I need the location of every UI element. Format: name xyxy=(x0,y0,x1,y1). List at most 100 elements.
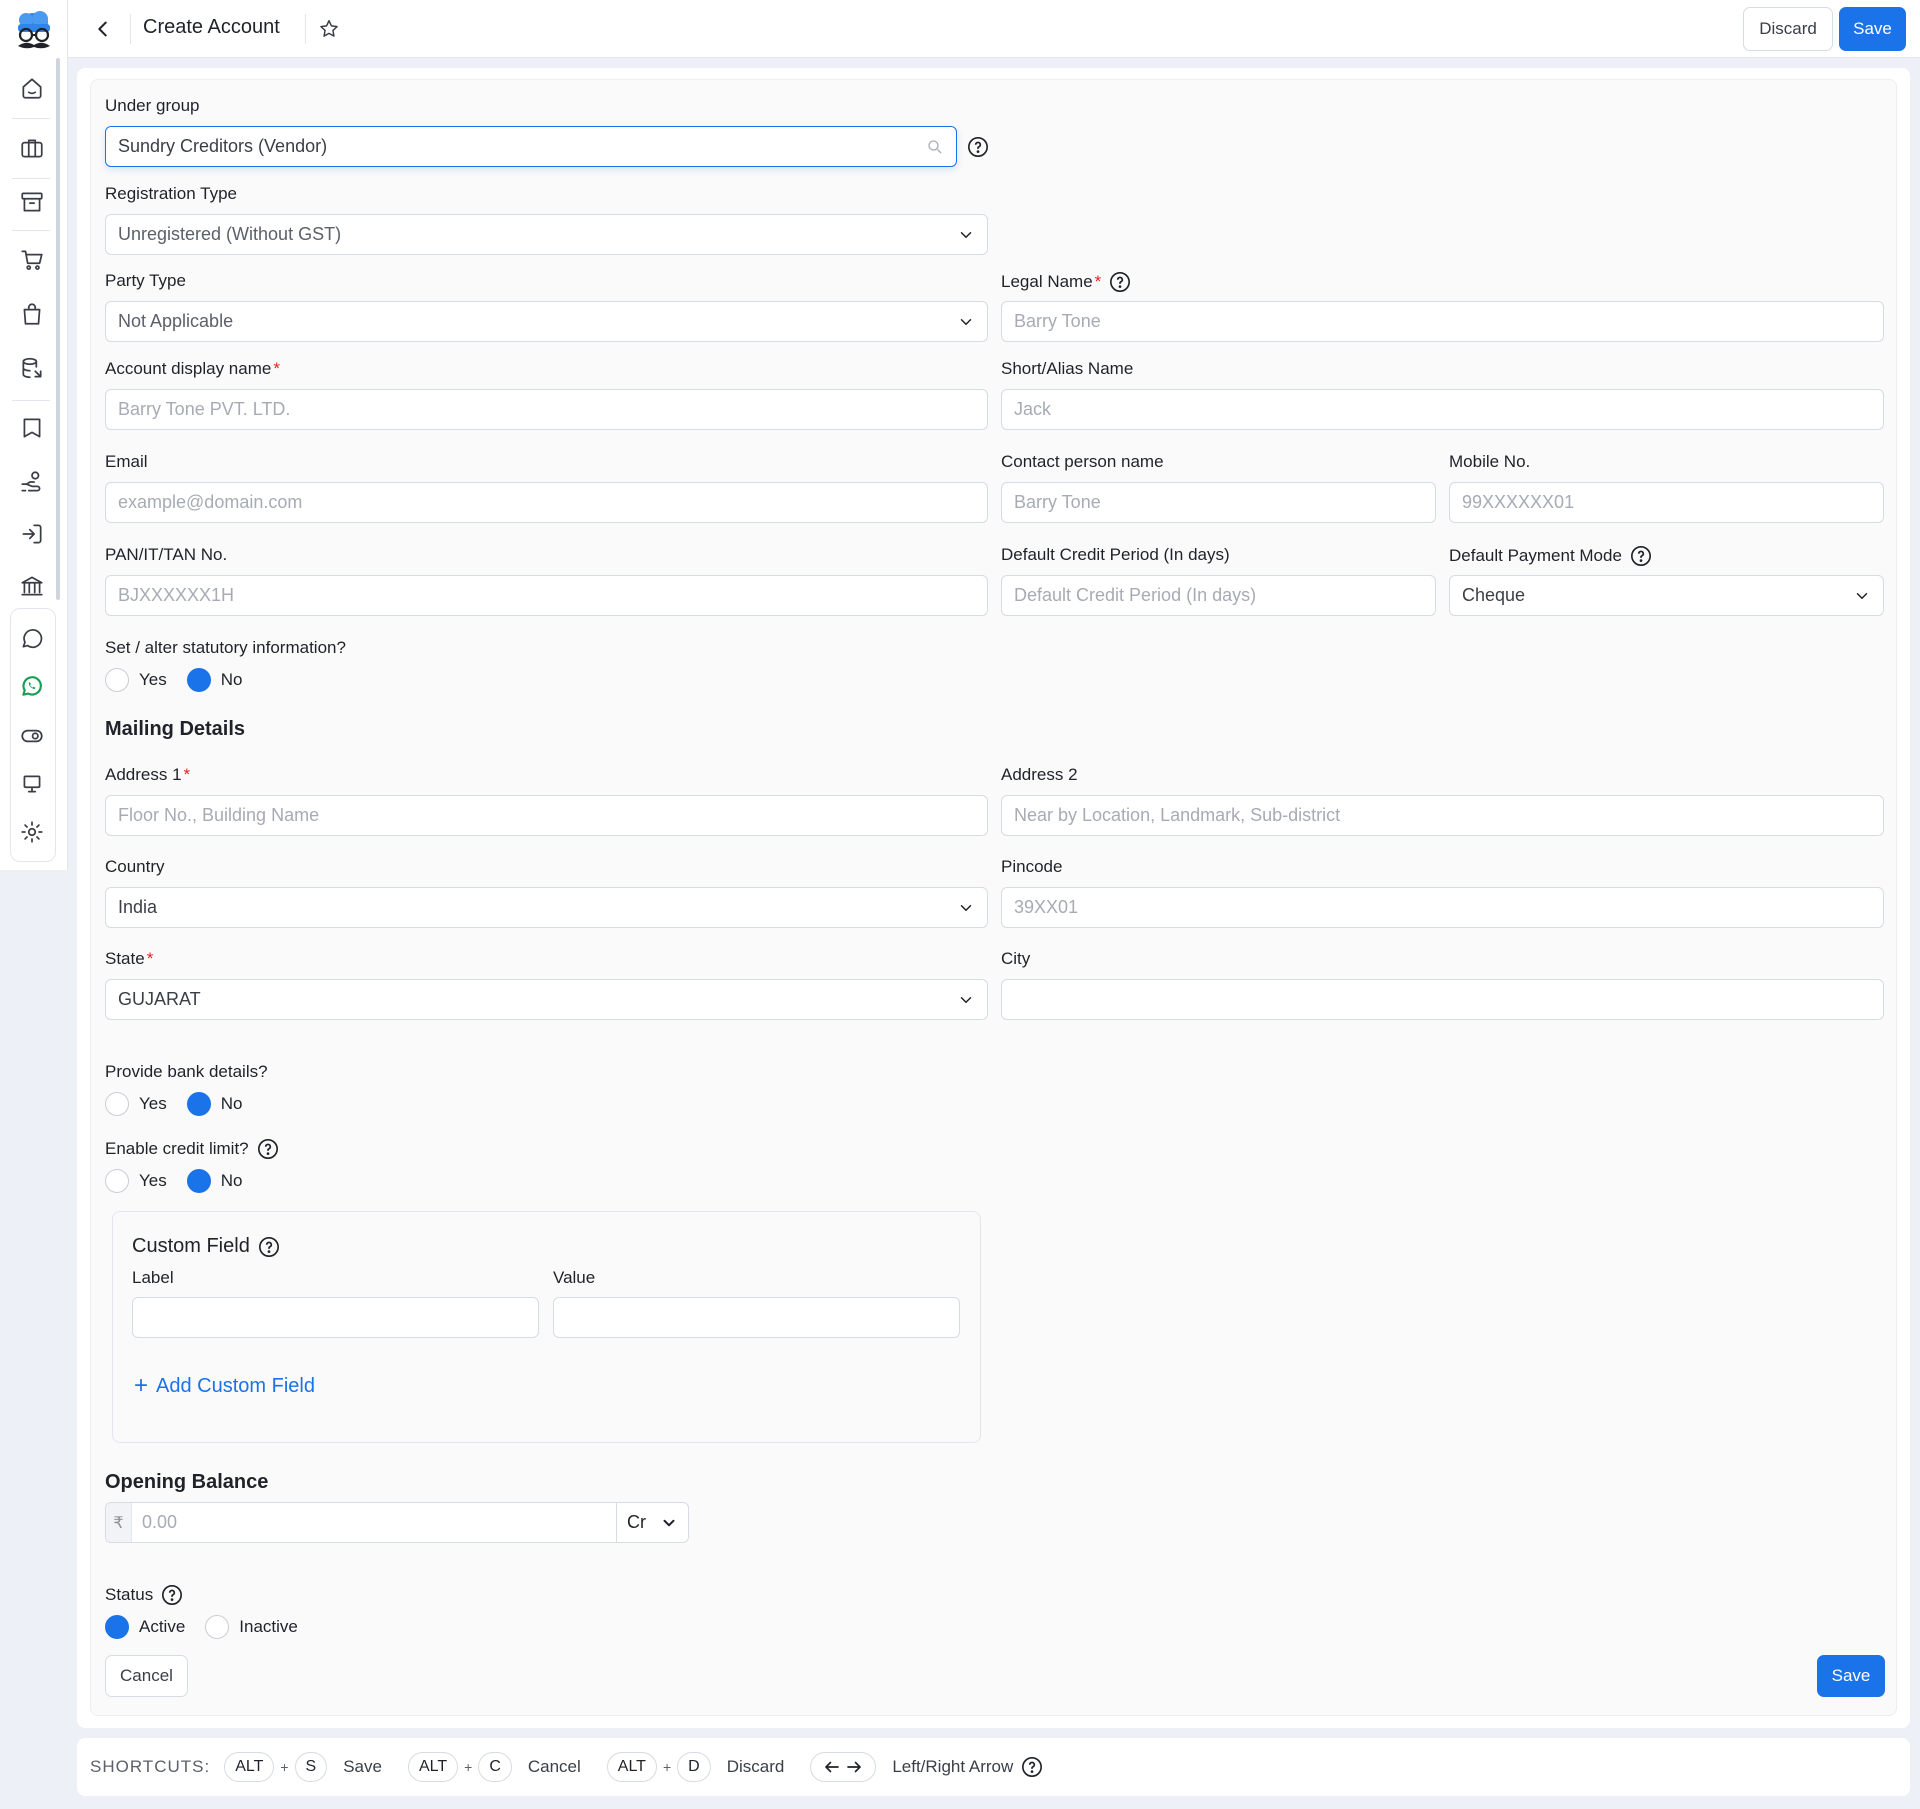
pan-input[interactable]: BJXXXXXX1H xyxy=(105,575,988,616)
credit-limit-yes-radio[interactable] xyxy=(105,1169,129,1193)
shortcut-action: Save xyxy=(343,1757,382,1776)
logo-icon[interactable] xyxy=(12,8,56,54)
radio-label: No xyxy=(220,670,243,689)
help-icon[interactable] xyxy=(1630,545,1652,567)
kbd-alt: ALT xyxy=(407,1752,459,1782)
status-active-radio[interactable] xyxy=(105,1615,129,1639)
custom-field-label-input[interactable] xyxy=(132,1297,539,1338)
country-select[interactable]: India xyxy=(105,887,988,928)
contact-person-input[interactable]: Barry Tone xyxy=(1001,482,1436,523)
chevron-down-icon xyxy=(960,318,972,325)
book-icon[interactable] xyxy=(14,410,50,446)
sidebar-scrollbar[interactable] xyxy=(56,58,60,600)
discard-button[interactable]: Discard xyxy=(1743,7,1833,51)
chevron-left-icon xyxy=(98,21,107,37)
help-icon[interactable] xyxy=(1021,1756,1043,1778)
database-icon[interactable] xyxy=(14,350,50,386)
search-icon xyxy=(928,139,942,153)
country-label: Country xyxy=(105,857,165,876)
under-group-select[interactable]: Sundry Creditors (Vendor) xyxy=(105,126,957,167)
custom-field-title: Custom Field xyxy=(132,1235,280,1258)
help-icon[interactable] xyxy=(1109,271,1131,293)
cart-icon[interactable] xyxy=(14,242,50,278)
registration-type-value: Unregistered (Without GST) xyxy=(118,224,342,244)
settings-icon[interactable] xyxy=(14,814,50,850)
kbd-key: D xyxy=(677,1752,711,1782)
shortcut-action: Discard xyxy=(726,1757,785,1776)
form-save-button[interactable]: Save xyxy=(1817,1655,1885,1697)
help-icon[interactable] xyxy=(258,1236,280,1258)
statutory-yes-radio[interactable] xyxy=(105,668,129,692)
logout-icon[interactable] xyxy=(14,516,50,552)
pincode-input[interactable]: 39XX01 xyxy=(1001,887,1884,928)
cancel-button[interactable]: Cancel xyxy=(105,1655,188,1697)
mobile-no-input[interactable]: 99XXXXXX01 xyxy=(1449,482,1884,523)
address2-input[interactable]: Near by Location, Landmark, Sub-district xyxy=(1001,795,1884,836)
city-input[interactable] xyxy=(1001,979,1884,1020)
hand-coins-icon[interactable] xyxy=(14,464,50,500)
status-inactive-radio[interactable] xyxy=(205,1615,230,1639)
address1-input[interactable]: Floor No., Building Name xyxy=(105,795,988,836)
under-group-label: Under group xyxy=(105,96,200,115)
credit-limit-label: Enable credit limit? xyxy=(105,1138,279,1160)
shortcuts-bar: SHORTCUTS: ALT + S Save ALT + C Cancel ALT + D… xyxy=(77,1738,1910,1796)
chat-icon[interactable] xyxy=(14,620,50,656)
registration-type-select[interactable]: Unregistered (Without GST) xyxy=(105,214,988,255)
radio-label: Active xyxy=(139,1617,186,1636)
home-icon[interactable] xyxy=(14,70,50,106)
party-type-select[interactable]: Not Applicable xyxy=(105,301,988,342)
custom-field-value-header: Value xyxy=(553,1268,596,1287)
radio-label: Yes xyxy=(139,1171,167,1190)
custom-field-value-input[interactable] xyxy=(553,1297,960,1338)
chevron-down-icon xyxy=(960,231,972,238)
status-label: Status xyxy=(105,1584,183,1606)
registration-type-label: Registration Type xyxy=(105,184,237,203)
status-radio-group: Active Inactive xyxy=(105,1615,318,1639)
pan-label: PAN/IT/TAN No. xyxy=(105,545,228,564)
bank-no-radio[interactable] xyxy=(186,1092,211,1116)
statutory-no-radio[interactable] xyxy=(186,668,211,692)
form-card: Under group Sundry Creditors (Vendor) Re… xyxy=(77,68,1910,1728)
back-button[interactable] xyxy=(88,14,118,44)
monitor-icon[interactable] xyxy=(14,766,50,802)
state-select[interactable]: GUJARAT xyxy=(105,979,988,1020)
star-icon[interactable] xyxy=(314,14,344,44)
briefcase-icon[interactable] xyxy=(14,130,50,166)
opening-balance-input[interactable]: 0.00 xyxy=(132,1503,616,1542)
email-field[interactable]: example@domain.com xyxy=(105,482,988,523)
radio-label: Yes xyxy=(139,670,167,689)
help-icon[interactable] xyxy=(257,1138,279,1160)
chevron-down-icon xyxy=(1856,592,1868,599)
rupee-icon: ₹ xyxy=(106,1503,132,1542)
opening-balance-title: Opening Balance xyxy=(105,1471,269,1493)
account-display-name-input[interactable]: Barry Tone PVT. LTD. xyxy=(105,389,988,430)
bank-details-label: Provide bank details? xyxy=(105,1062,268,1081)
credit-period-input[interactable]: Default Credit Period (In days) xyxy=(1001,575,1436,616)
help-icon[interactable] xyxy=(161,1584,183,1606)
opening-balance-input-group: ₹ 0.00 Cr xyxy=(105,1502,689,1543)
party-type-label: Party Type xyxy=(105,271,186,290)
payment-mode-select[interactable]: Cheque xyxy=(1449,575,1884,616)
contact-person-label: Contact person name xyxy=(1001,452,1164,471)
legal-name-input[interactable]: Barry Tone xyxy=(1001,301,1884,342)
state-value: GUJARAT xyxy=(118,989,201,1009)
add-custom-field-link[interactable]: + Add Custom Field xyxy=(134,1374,315,1398)
bank-yes-radio[interactable] xyxy=(105,1092,129,1116)
pincode-label: Pincode xyxy=(1001,857,1063,876)
save-button[interactable]: Save xyxy=(1839,7,1906,51)
toggle-icon[interactable] xyxy=(14,718,50,754)
short-alias-name-input[interactable]: Jack xyxy=(1001,389,1884,430)
whatsapp-icon[interactable] xyxy=(14,668,50,704)
bank-icon[interactable] xyxy=(14,568,50,604)
credit-limit-no-radio[interactable] xyxy=(186,1169,211,1193)
custom-field-label-header: Label xyxy=(132,1268,174,1287)
kbd-alt: ALT xyxy=(224,1752,275,1782)
shopping-bag-icon[interactable] xyxy=(14,296,50,332)
dr-cr-select[interactable]: Cr xyxy=(616,1503,688,1542)
dr-cr-value: Cr xyxy=(627,1512,646,1532)
chevron-down-icon xyxy=(663,1519,675,1526)
help-icon[interactable] xyxy=(967,136,989,158)
arrow-right-icon xyxy=(847,1761,862,1773)
top-bar: Create Account Discard Save xyxy=(68,0,1920,58)
archive-icon[interactable] xyxy=(14,184,50,220)
